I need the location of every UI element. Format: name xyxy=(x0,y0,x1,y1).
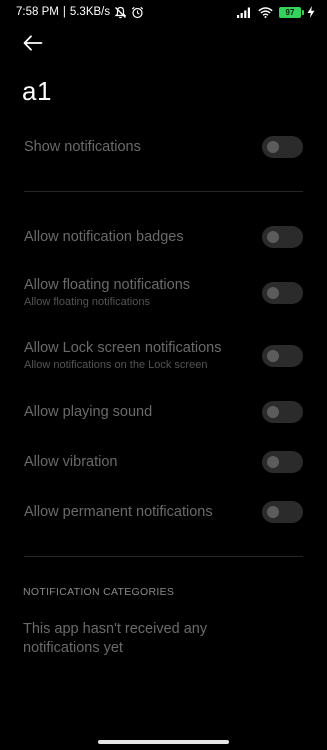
page-title: a1 xyxy=(22,76,52,106)
toggle-vibration[interactable] xyxy=(262,451,303,473)
signal-icon xyxy=(237,7,252,18)
charging-icon xyxy=(307,6,315,18)
toggle-knob xyxy=(267,350,279,362)
home-indicator[interactable] xyxy=(98,740,229,744)
back-button[interactable] xyxy=(20,33,46,57)
toggle-knob xyxy=(267,287,279,299)
alarm-icon xyxy=(131,6,144,19)
toggle-playing-sound[interactable] xyxy=(262,401,303,423)
setting-subtitle: Allow notifications on the Lock screen xyxy=(24,359,208,371)
wifi-icon xyxy=(258,6,273,18)
toggle-knob xyxy=(267,231,279,243)
mute-icon xyxy=(114,6,127,19)
divider xyxy=(24,191,303,192)
empty-categories-message: This app hasn't received any notificatio… xyxy=(23,621,208,656)
toggle-knob xyxy=(267,456,279,468)
toggle-knob xyxy=(267,406,279,418)
setting-subtitle: Allow floating notifications xyxy=(24,296,150,308)
toggle-notification-badges[interactable] xyxy=(262,226,303,248)
toggle-knob xyxy=(267,506,279,518)
battery-icon: 97 xyxy=(279,6,304,18)
network-speed: 5.3KB/s xyxy=(69,6,111,18)
status-left: 7:58 PM | 5.3KB/s xyxy=(16,6,144,19)
toggle-show-notifications[interactable] xyxy=(262,136,303,158)
battery-level: 97 xyxy=(285,7,295,17)
toggle-floating-notifications[interactable] xyxy=(262,282,303,304)
divider xyxy=(24,556,303,557)
toggle-knob xyxy=(267,141,279,153)
status-time: 7:58 PM xyxy=(16,6,59,18)
toggle-lock-screen-notifications[interactable] xyxy=(262,345,303,367)
arrow-left-icon xyxy=(23,34,43,56)
toggle-permanent-notifications[interactable] xyxy=(262,501,303,523)
status-right: 97 xyxy=(237,6,315,18)
status-bar: 7:58 PM | 5.3KB/s 97 xyxy=(0,0,327,24)
status-separator: | xyxy=(62,6,66,18)
section-header-notification-categories: NOTIFICATION CATEGORIES xyxy=(23,586,175,598)
